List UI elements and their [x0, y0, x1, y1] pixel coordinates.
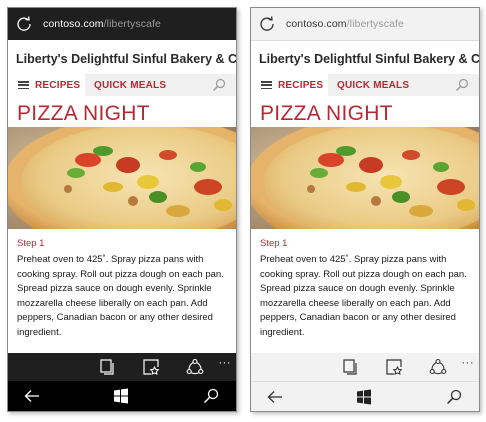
reading-list-icon[interactable] — [385, 358, 403, 376]
site-title: Liberty's Delightful Sinful Bakery & Caf… — [259, 52, 480, 66]
more-button[interactable]: ··· — [219, 357, 232, 369]
search-icon[interactable] — [212, 78, 226, 92]
share-icon[interactable] — [429, 358, 447, 376]
url-domain: contoso.com — [286, 18, 347, 30]
windows-logo-icon[interactable] — [356, 389, 372, 405]
pizza-image — [8, 127, 236, 229]
system-nav-bar — [8, 381, 236, 411]
refresh-icon[interactable] — [256, 13, 278, 35]
tabs-icon[interactable] — [341, 358, 359, 376]
site-title: Liberty's Delightful Sinful Bakery & Caf… — [16, 52, 237, 66]
tab-label: RECIPES — [278, 79, 324, 91]
url-domain: contoso.com — [43, 18, 104, 30]
tab-recipes[interactable]: RECIPES — [8, 74, 85, 96]
back-arrow-icon[interactable] — [267, 389, 283, 405]
phone-screen-dark: contoso.com/libertyscafe Liberty's Delig… — [7, 7, 237, 412]
address-bar[interactable]: contoso.com/libertyscafe — [251, 8, 479, 41]
site-nav: RECIPES QUICK MEALS — [8, 74, 236, 96]
url-path: /libertyscafe — [346, 18, 404, 30]
url-text[interactable]: contoso.com/libertyscafe — [286, 18, 404, 30]
hamburger-icon[interactable] — [18, 81, 29, 89]
tab-recipes[interactable]: RECIPES — [251, 74, 328, 96]
back-arrow-icon[interactable] — [24, 388, 40, 404]
address-bar[interactable]: contoso.com/libertyscafe — [8, 8, 236, 40]
app-bar: ··· — [251, 353, 479, 381]
refresh-icon[interactable] — [13, 13, 35, 35]
page-heading: PIZZA NIGHT — [260, 102, 393, 125]
more-button[interactable]: ··· — [462, 357, 475, 369]
site-nav: RECIPES QUICK MEALS — [251, 74, 479, 96]
tabs-icon[interactable] — [98, 358, 116, 376]
share-icon[interactable] — [186, 358, 204, 376]
pizza-image — [251, 127, 479, 229]
search-icon[interactable] — [446, 389, 462, 405]
reading-list-icon[interactable] — [142, 358, 160, 376]
step-title: Step 1 — [17, 238, 45, 249]
step-title: Step 1 — [260, 238, 288, 249]
phone-screen-light: contoso.com/libertyscafe Liberty's Delig… — [250, 7, 480, 412]
search-icon[interactable] — [203, 388, 219, 404]
tab-quick-meals[interactable]: QUICK MEALS — [337, 74, 409, 96]
tab-label: QUICK MEALS — [94, 79, 167, 91]
url-text[interactable]: contoso.com/libertyscafe — [43, 18, 161, 30]
url-path: /libertyscafe — [103, 18, 161, 30]
windows-logo-icon[interactable] — [113, 388, 129, 404]
tab-quick-meals[interactable]: QUICK MEALS — [94, 74, 166, 96]
tab-label: RECIPES — [35, 79, 81, 91]
step-body: Preheat oven to 425˚. Spray pizza pans w… — [17, 254, 224, 338]
hamburger-icon[interactable] — [261, 81, 272, 89]
step-body: Preheat oven to 425˚. Spray pizza pans w… — [260, 254, 467, 338]
search-icon[interactable] — [455, 78, 469, 92]
tab-label: QUICK MEALS — [337, 79, 410, 91]
system-nav-bar — [251, 381, 479, 411]
page-heading: PIZZA NIGHT — [17, 102, 150, 125]
app-bar: ··· — [8, 353, 236, 381]
